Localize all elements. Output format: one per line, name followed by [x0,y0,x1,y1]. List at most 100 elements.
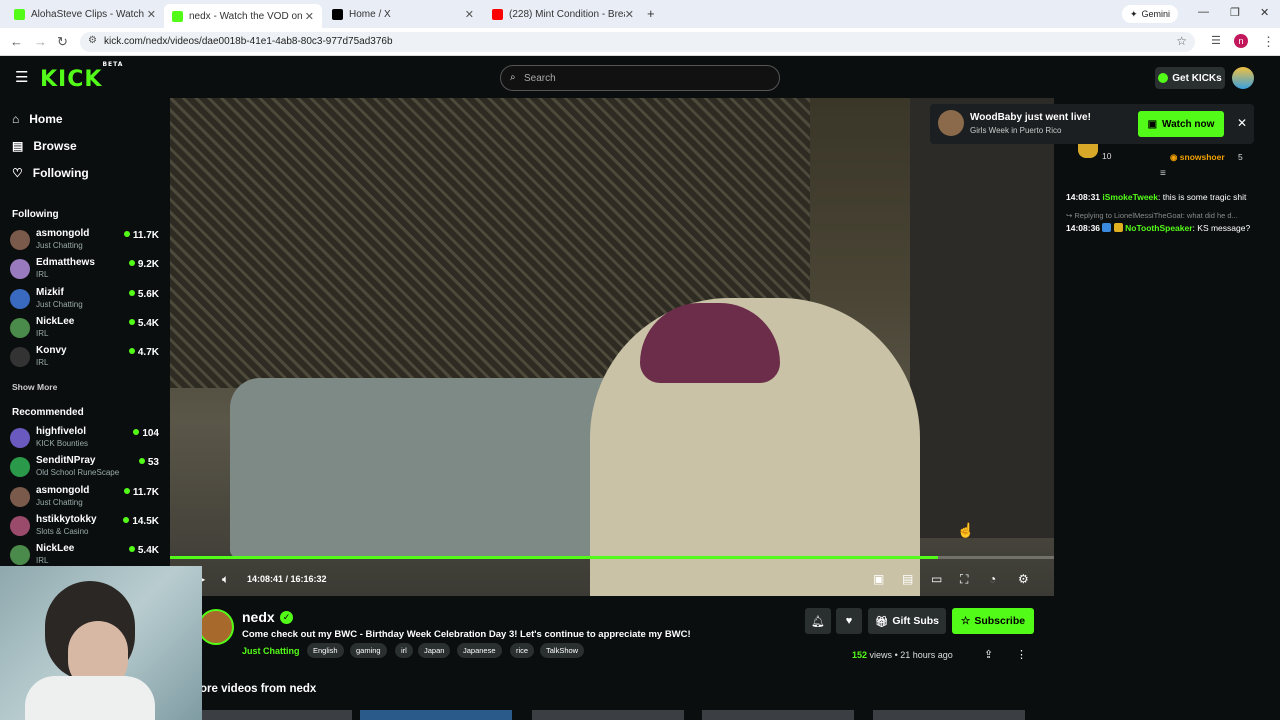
close-window-icon[interactable]: ✕ [1260,6,1269,19]
minimize-icon[interactable]: — [1198,6,1209,18]
channel-category: Just Chatting [36,498,83,507]
url-field[interactable]: ⚙ kick.com/nedx/videos/dae0018b-41e1-4ab… [80,32,1195,52]
subscribe-button[interactable]: ☆ Subscribe [952,608,1034,634]
site-info-icon[interactable]: ⚙ [88,35,97,46]
show-more-link[interactable]: Show More [12,382,57,392]
close-tab-icon[interactable]: ✕ [305,10,314,23]
channel-item[interactable]: Edmatthews IRL 9.2K [10,255,162,283]
forward-icon[interactable]: → [34,34,47,49]
chat-username[interactable]: iSmokeTweek [1102,192,1158,202]
search-input[interactable]: ⌕ Search [500,65,780,91]
video-player[interactable]: ▶ 🔈︎ 14:08:41 / 16:16:32 ▣ ▤ ▭ ⛶ ◔ ⚙ [170,98,1054,596]
profile-avatar[interactable]: n [1234,34,1248,48]
channel-item[interactable]: asmongold Just Chatting 11.7K [10,483,162,511]
gemini-button[interactable]: ✦ Gemini [1122,5,1179,23]
views-label: views [869,650,893,660]
new-tab-button[interactable]: + [647,6,655,21]
restore-icon[interactable]: ❐ [1230,6,1240,19]
sidebar-item-following[interactable]: ♡ Following [12,166,89,180]
get-kicks-button[interactable]: Get KICKs [1155,67,1225,89]
reading-list-icon[interactable]: ☰ [1211,34,1221,47]
video-progress-bar[interactable] [170,556,1054,559]
video-thumbnail[interactable] [702,710,854,720]
kicks-coin-icon [1158,73,1169,83]
watch-now-button[interactable]: ▣ Watch now [1138,111,1224,137]
close-icon[interactable]: ✕ [1237,116,1247,130]
x-favicon-icon [332,8,343,20]
avatar [10,487,30,507]
menu-kebab-icon[interactable]: ⋮ [1262,34,1275,50]
chat-filter-icon[interactable]: ≡ [1160,168,1166,179]
channel-item[interactable]: highfivelol KICK Bounties 104 [10,424,162,452]
fullscreen-icon[interactable]: ⛶ [960,572,968,587]
channel-item[interactable]: SenditNPray Old School RuneScape 53 [10,453,162,481]
browser-tab-active[interactable]: nedx - Watch the VOD on Kick ✕ [164,4,322,28]
viewer-count: 104 [133,428,159,439]
channel-category: IRL [36,329,49,338]
video-thumbnail[interactable] [532,710,684,720]
tag[interactable]: TalkShow [540,643,585,658]
kick-logo[interactable]: KICKBETA [40,61,123,92]
browser-tab[interactable]: Home / X ✕ [324,4,482,24]
toast-subtitle: Girls Week in Puerto Rico [970,126,1062,135]
following-section-title: Following [12,209,59,220]
chat-panel: 10 ◉ snowshoer 5 ≡ 14:08:31 iSmokeTweek:… [1056,144,1280,564]
tag[interactable]: gaming [350,643,387,658]
speed-icon[interactable]: ◔ [989,572,996,586]
chat-message: 14:08:36 NoToothSpeaker: KS message? [1066,223,1250,233]
sidebar-item-home[interactable]: ⌂ Home [12,112,63,126]
user-avatar[interactable] [1232,67,1254,89]
channel-item[interactable]: NickLee IRL 5.4K [10,314,162,342]
channel-category: Just Chatting [36,241,83,250]
more-options-icon[interactable]: ⋮ [1016,648,1027,661]
chat-time: 14:08:31 [1066,192,1101,202]
avatar [10,516,30,536]
search-icon: ⌕ [510,72,516,83]
miniplayer-icon[interactable]: ▣ [873,572,884,586]
theater-mode-icon[interactable]: ▭ [931,572,942,586]
bell-icon: 🔔︎ [811,615,825,628]
tag[interactable]: Japan [418,643,451,658]
bookmark-star-icon[interactable]: ☆ [1176,34,1187,48]
channel-item[interactable]: hstikkytokky Slots & Casino 14.5K [10,512,162,540]
share-icon[interactable]: ⇪ [984,648,993,661]
video-thumbnail[interactable] [360,710,512,720]
follow-heart-button[interactable]: ♥ [836,608,862,634]
clip-icon[interactable]: ▤ [902,572,913,586]
star-icon: ☆ [960,615,971,627]
tag[interactable]: Japanese [457,643,502,658]
channel-item[interactable]: Mizkif Just Chatting 5.6K [10,285,162,313]
browser-tab[interactable]: AlohaSteve Clips - Watch Live o ✕ [6,4,164,24]
close-tab-icon[interactable]: ✕ [625,8,634,21]
chat-text: : KS message? [1192,223,1251,233]
chat-username[interactable]: NoToothSpeaker [1125,223,1192,233]
video-thumbnail[interactable] [873,710,1025,720]
settings-gear-icon[interactable]: ⚙ [1018,572,1029,586]
close-tab-icon[interactable]: ✕ [147,8,156,21]
channel-item[interactable]: asmongold Just Chatting 11.7K [10,226,162,254]
back-icon[interactable]: ← [10,34,23,49]
channel-name[interactable]: nedx [242,609,275,625]
tag[interactable]: English [307,643,344,658]
tag[interactable]: irl [395,643,413,658]
close-tab-icon[interactable]: ✕ [465,8,474,21]
video-thumbnail[interactable] [200,710,352,720]
tag[interactable]: rice [510,643,535,658]
more-videos-heading: ore videos from nedx [200,683,317,695]
hamburger-menu-icon[interactable]: ☰ [15,68,28,86]
channel-avatar[interactable] [198,609,234,645]
channel-item[interactable]: NickLee IRL 5.4K [10,541,162,569]
gift-subs-button[interactable]: 🎁︎ Gift Subs [868,608,946,634]
sidebar-item-browse[interactable]: ▤ Browse [12,139,77,153]
notification-bell-button[interactable]: 🔔︎ [805,608,831,634]
channel-category: KICK Bounties [36,439,89,448]
viewer-count: 5.4K [129,318,159,329]
viewer-count: 4.7K [129,347,159,358]
browser-tab[interactable]: (228) Mint Condition - Breakin ✕ [484,4,642,24]
reload-icon[interactable]: ↻ [57,34,68,50]
channel-name: asmongold [36,485,90,496]
category-link[interactable]: Just Chatting [242,646,300,656]
channel-item[interactable]: Konvy IRL 4.7K [10,343,162,371]
heart-icon: ♡ [12,166,23,180]
volume-icon[interactable]: 🔈︎ [222,572,229,587]
